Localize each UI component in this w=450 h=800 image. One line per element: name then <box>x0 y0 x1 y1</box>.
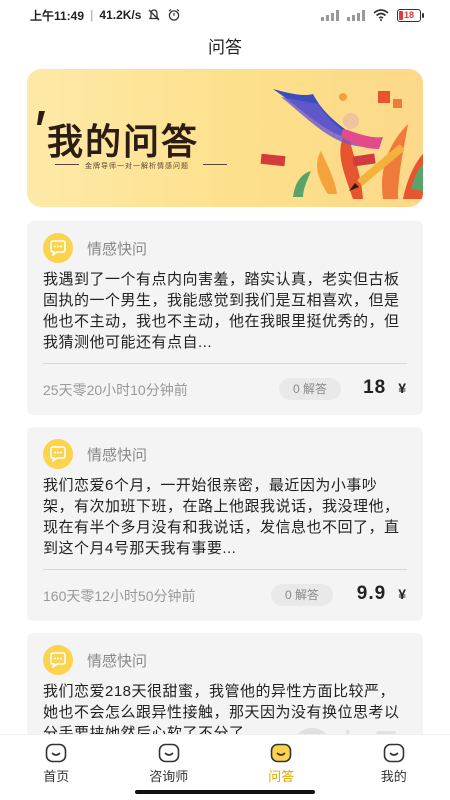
currency-symbol: ¥ <box>398 586 407 602</box>
home-icon <box>45 743 67 763</box>
price-value: 9.9 <box>356 583 387 604</box>
signal-2-icon <box>347 9 365 21</box>
status-right: 18 <box>321 8 424 22</box>
question-text: 我们恋爱6个月，一开始很亲密，最近因为小事吵架，有次加班下班，在路上他跟我说话，… <box>43 477 400 557</box>
banner-illustration-icon <box>260 89 423 199</box>
tab-label-home: 首页 <box>43 769 70 784</box>
question-text: 我遇到了一个有点内向害羞，踏实认真，老实但古板固执的一个男生，我能感觉到我们是互… <box>43 271 400 351</box>
question-category: 情感快问 <box>87 652 148 670</box>
question-card[interactable]: 情感快问 我们恋爱218天很甜蜜，我管他的异性方面比较严，她也不会怎么跟异性接触… <box>27 633 423 743</box>
answer-count-badge: 0 解答 <box>271 584 334 606</box>
card-header: 情感快问 <box>43 233 147 263</box>
chat-bubble-icon <box>43 439 73 469</box>
chat-bubble-icon <box>43 645 73 675</box>
banner-subtitle: 金牌导师一对一解析情感问题 <box>85 163 189 170</box>
status-time: 上午11:49 <box>30 8 85 23</box>
price-value: 18 <box>363 377 387 398</box>
tab-profile[interactable]: 我的 <box>338 735 450 800</box>
mute-bell-icon <box>148 9 160 21</box>
counselor-icon <box>158 743 180 763</box>
answer-count-badge: 0 解答 <box>279 378 342 400</box>
home-indicator[interactable] <box>135 790 315 794</box>
status-bar: 上午11:49 | 41.2K/s 18 <box>0 0 450 30</box>
chat-bubble-icon <box>43 233 73 263</box>
question-category: 情感快问 <box>87 240 148 258</box>
banner[interactable]: 我的问答 金牌导师一对一解析情感问题 <box>27 69 423 207</box>
question-card[interactable]: 情感快问 我们恋爱6个月，一开始很亲密，最近因为小事吵架，有次加班下班，在路上他… <box>27 427 423 621</box>
status-left: 上午11:49 | 41.2K/s <box>30 7 181 24</box>
profile-icon <box>383 743 405 763</box>
status-separator: | <box>90 8 94 22</box>
divider <box>43 569 407 570</box>
tab-label-counselor: 咨询师 <box>149 769 189 784</box>
tab-home[interactable]: 首页 <box>0 735 113 800</box>
banner-sub-line-right <box>203 164 227 165</box>
question-price: 18 ¥ <box>363 377 407 399</box>
question-time: 25天零20小时10分钟前 <box>43 382 188 398</box>
battery-icon: 18 <box>397 8 424 22</box>
wifi-icon <box>373 9 389 21</box>
card-header: 情感快问 <box>43 645 147 675</box>
signal-icon <box>321 9 339 21</box>
question-category: 情感快问 <box>87 446 148 464</box>
tab-label-qa: 问答 <box>268 769 295 784</box>
question-card[interactable]: 情感快问 我遇到了一个有点内向害羞，踏实认真，老实但古板固执的一个男生，我能感觉… <box>27 221 423 415</box>
banner-title: 我的问答 <box>47 122 200 163</box>
page-title: 问答 <box>208 38 242 57</box>
tab-label-profile: 我的 <box>380 769 407 784</box>
question-price: 9.9 ¥ <box>357 583 407 605</box>
qa-icon <box>270 743 292 763</box>
card-header: 情感快问 <box>43 439 147 469</box>
currency-symbol: ¥ <box>398 380 407 396</box>
net-speed: 41.2K/s <box>99 8 142 22</box>
banner-sub-line-left <box>55 164 79 165</box>
alarm-icon <box>169 9 180 21</box>
divider <box>43 363 407 364</box>
battery-level: 18 <box>403 9 414 20</box>
question-time: 160天零12小时50分钟前 <box>43 588 196 604</box>
